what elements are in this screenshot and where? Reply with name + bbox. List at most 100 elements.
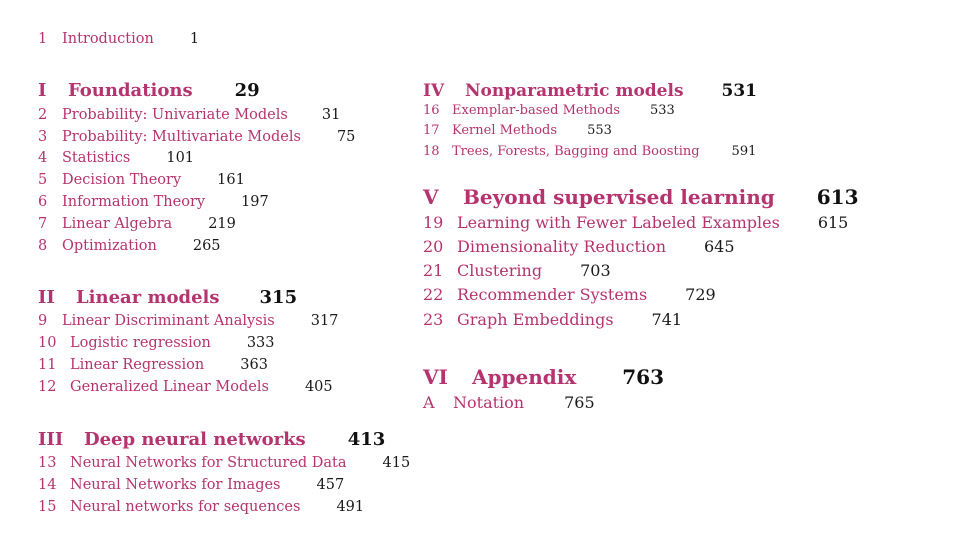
toc-entry[interactable]: 6 Information Theory 197 [38, 191, 269, 213]
chapter-page: 317 [310, 313, 339, 329]
part-number: II [38, 287, 55, 308]
chapter-title[interactable]: Information Theory [62, 191, 205, 213]
toc-entry[interactable]: 16 Exemplar-based Methods 533 [423, 101, 675, 121]
part-page: 315 [259, 287, 298, 308]
chapter-title[interactable]: Trees, Forests, Bagging and Boosting [452, 142, 700, 162]
part-title[interactable]: Nonparametric models [465, 79, 684, 103]
chapter-page: 75 [336, 129, 356, 145]
chapter-title[interactable]: Decision Theory [62, 169, 181, 191]
chapter-number: 16 [423, 103, 440, 118]
chapter-number: 23 [423, 310, 444, 329]
chapter-title[interactable]: Probability: Univariate Models [62, 104, 288, 126]
chapter-title[interactable]: Linear Algebra [62, 213, 172, 235]
toc-entry[interactable]: 18 Trees, Forests, Bagging and Boosting 59… [423, 142, 756, 162]
chapter-title[interactable]: Learning with Fewer Labeled Examples [457, 211, 780, 235]
part-title[interactable]: Appendix [472, 365, 576, 389]
toc-entry[interactable]: 19 Learning with Fewer Labeled Examples 61… [423, 211, 848, 235]
toc-part-iv[interactable]: IV Nonparametric models 531 [423, 79, 757, 103]
chapter-number: 4 [38, 150, 48, 166]
chapter-number: 7 [38, 216, 48, 232]
chapter-number: 3 [38, 129, 48, 145]
chapter-number: 18 [423, 144, 440, 159]
chapter-page: 161 [217, 172, 245, 188]
chapter-number: 9 [38, 313, 48, 329]
chapter-page: 703 [580, 261, 611, 280]
chapter-title[interactable]: Generalized Linear Models [70, 376, 269, 398]
chapter-number: 14 [38, 477, 57, 493]
part-title[interactable]: Beyond supervised learning [463, 185, 775, 209]
chapter-page: 491 [336, 499, 365, 515]
toc-part-v[interactable]: V Beyond supervised learning 613 [423, 185, 859, 209]
toc-entry[interactable]: A Notation 765 [423, 391, 595, 415]
toc-entry[interactable]: 22 Recommender Systems 729 [423, 283, 716, 307]
toc-entry[interactable]: 8 Optimization 265 [38, 235, 221, 257]
chapter-page: 765 [564, 393, 595, 412]
chapter-title[interactable]: Kernel Methods [452, 121, 557, 141]
toc-part-vi[interactable]: VI Appendix 763 [423, 365, 664, 389]
part-page: 763 [622, 365, 665, 389]
part-title[interactable]: Deep neural networks [84, 428, 306, 452]
chapter-title[interactable]: Introduction [62, 28, 154, 50]
toc-entry[interactable]: 14 Neural Networks for Images 457 [38, 474, 344, 496]
chapter-page: 645 [704, 237, 735, 256]
chapter-title[interactable]: Probability: Multivariate Models [62, 126, 301, 148]
toc-part-i[interactable]: I Foundations 29 [38, 79, 260, 103]
part-number: VI [423, 365, 448, 389]
chapter-number: 17 [423, 123, 440, 138]
toc-entry[interactable]: 9 Linear Discriminant Analysis 317 [38, 310, 338, 332]
toc-entry[interactable]: 13 Neural Networks for Structured Data 415 [38, 452, 410, 474]
chapter-number: 11 [38, 357, 57, 373]
toc-entry[interactable]: 5 Decision Theory 161 [38, 169, 245, 191]
chapter-page: 741 [651, 310, 683, 329]
chapter-title[interactable]: Notation [453, 391, 524, 415]
toc-entry-introduction[interactable]: 1 Introduction 1 [38, 28, 199, 50]
chapter-page: 553 [587, 123, 612, 138]
chapter-title[interactable]: Neural Networks for Images [70, 474, 281, 496]
toc-part-iii[interactable]: III Deep neural networks 413 [38, 428, 385, 452]
chapter-number: 21 [423, 261, 444, 280]
chapter-title[interactable]: Exemplar-based Methods [452, 101, 620, 121]
chapter-page: 457 [316, 477, 345, 493]
chapter-number: 2 [38, 107, 48, 123]
toc-entry[interactable]: 23 Graph Embeddings 741 [423, 308, 682, 332]
toc-entry[interactable]: 20 Dimensionality Reduction 645 [423, 235, 735, 259]
toc-part-ii[interactable]: II Linear models 315 [38, 286, 297, 310]
chapter-title[interactable]: Neural networks for sequences [70, 496, 300, 518]
toc-entry[interactable]: 4 Statistics 101 [38, 147, 194, 169]
toc-entry[interactable]: 12 Generalized Linear Models 405 [38, 376, 333, 398]
chapter-number: 19 [423, 213, 444, 232]
part-number: V [423, 185, 439, 209]
toc-entry[interactable]: 10 Logistic regression 333 [38, 332, 275, 354]
toc-entry[interactable]: 15 Neural networks for sequences 491 [38, 496, 364, 518]
chapter-title[interactable]: Logistic regression [70, 332, 211, 354]
chapter-page: 415 [382, 455, 411, 471]
toc-entry[interactable]: 11 Linear Regression 363 [38, 354, 268, 376]
chapter-title[interactable]: Clustering [457, 259, 542, 283]
part-page: 29 [234, 80, 260, 101]
chapter-title[interactable]: Recommender Systems [457, 283, 647, 307]
toc-entry[interactable]: 17 Kernel Methods 553 [423, 121, 612, 141]
part-page: 413 [347, 429, 386, 450]
chapter-number: 6 [38, 194, 48, 210]
chapter-title[interactable]: Linear Regression [70, 354, 204, 376]
toc-entry[interactable]: 3 Probability: Multivariate Models 75 [38, 126, 355, 148]
chapter-page: 533 [650, 103, 675, 118]
chapter-page: 31 [321, 107, 341, 123]
chapter-title[interactable]: Optimization [62, 235, 157, 257]
chapter-title[interactable]: Statistics [62, 147, 130, 169]
chapter-page: 265 [192, 238, 221, 254]
part-title[interactable]: Foundations [68, 79, 193, 103]
chapter-title[interactable]: Dimensionality Reduction [457, 235, 666, 259]
part-title[interactable]: Linear models [76, 286, 220, 310]
chapter-title[interactable]: Graph Embeddings [457, 308, 614, 332]
chapter-title[interactable]: Neural Networks for Structured Data [70, 452, 347, 474]
toc-entry[interactable]: 21 Clustering 703 [423, 259, 611, 283]
part-number: I [38, 80, 47, 101]
chapter-page: 197 [241, 194, 269, 210]
part-page: 531 [721, 81, 758, 101]
chapter-title[interactable]: Linear Discriminant Analysis [62, 310, 275, 332]
toc-entry[interactable]: 7 Linear Algebra 219 [38, 213, 236, 235]
toc-entry[interactable]: 2 Probability: Univariate Models 31 [38, 104, 340, 126]
chapter-page: 363 [240, 357, 268, 373]
chapter-page: 333 [246, 335, 275, 351]
